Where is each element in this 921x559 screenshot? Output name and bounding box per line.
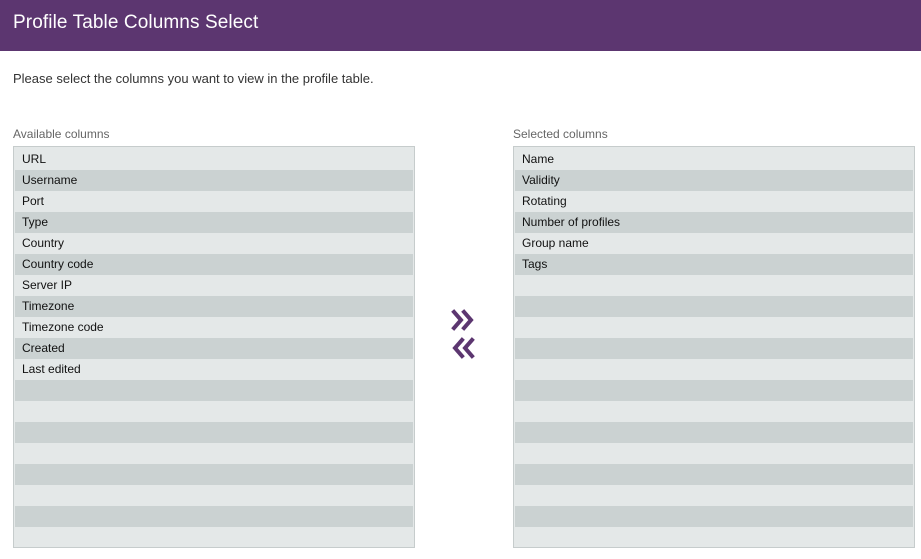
dialog-title: Profile Table Columns Select bbox=[13, 12, 259, 33]
empty-row bbox=[15, 527, 413, 547]
empty-row bbox=[15, 485, 413, 506]
list-item[interactable]: Timezone bbox=[15, 296, 413, 317]
empty-row bbox=[515, 422, 913, 443]
empty-row bbox=[515, 401, 913, 422]
list-item[interactable]: Type bbox=[15, 212, 413, 233]
list-item[interactable]: Server IP bbox=[15, 275, 413, 296]
transfer-controls bbox=[449, 308, 479, 360]
double-chevron-right-icon bbox=[451, 309, 474, 331]
list-item[interactable]: Country bbox=[15, 233, 413, 254]
available-columns-label: Available columns bbox=[13, 127, 110, 141]
empty-row bbox=[515, 464, 913, 485]
list-item[interactable]: Name bbox=[515, 149, 913, 170]
empty-row bbox=[515, 485, 913, 506]
empty-row bbox=[515, 527, 913, 547]
add-columns-button[interactable] bbox=[449, 308, 479, 334]
list-item[interactable]: Timezone code bbox=[15, 317, 413, 338]
empty-row bbox=[515, 359, 913, 380]
list-item[interactable]: Port bbox=[15, 191, 413, 212]
list-item[interactable]: Group name bbox=[515, 233, 913, 254]
empty-row bbox=[15, 443, 413, 464]
empty-row bbox=[515, 380, 913, 401]
double-chevron-left-icon bbox=[452, 337, 475, 359]
empty-row bbox=[515, 275, 913, 296]
list-item[interactable]: Rotating bbox=[515, 191, 913, 212]
selected-columns-label: Selected columns bbox=[513, 127, 608, 141]
empty-row bbox=[15, 464, 413, 485]
empty-row bbox=[515, 338, 913, 359]
list-item[interactable]: Country code bbox=[15, 254, 413, 275]
empty-row bbox=[15, 380, 413, 401]
list-item[interactable]: Number of profiles bbox=[515, 212, 913, 233]
empty-row bbox=[15, 422, 413, 443]
instructions-text: Please select the columns you want to vi… bbox=[13, 71, 374, 86]
available-columns-list[interactable]: URL Username Port Type Country Country code Se… bbox=[13, 146, 415, 548]
list-item[interactable]: Tags bbox=[515, 254, 913, 275]
empty-row bbox=[15, 401, 413, 422]
empty-row bbox=[515, 296, 913, 317]
list-item[interactable]: Username bbox=[15, 170, 413, 191]
empty-row bbox=[515, 506, 913, 527]
remove-columns-button[interactable] bbox=[449, 334, 479, 360]
empty-row bbox=[15, 506, 413, 527]
list-item[interactable]: Last edited bbox=[15, 359, 413, 380]
empty-row bbox=[515, 443, 913, 464]
list-item[interactable]: Validity bbox=[515, 170, 913, 191]
empty-row bbox=[515, 317, 913, 338]
selected-columns-list[interactable]: Name Validity Rotating Number of profiles Gr… bbox=[513, 146, 915, 548]
list-item[interactable]: URL bbox=[15, 149, 413, 170]
list-item[interactable]: Created bbox=[15, 338, 413, 359]
dialog-header: Profile Table Columns Select bbox=[0, 0, 921, 51]
